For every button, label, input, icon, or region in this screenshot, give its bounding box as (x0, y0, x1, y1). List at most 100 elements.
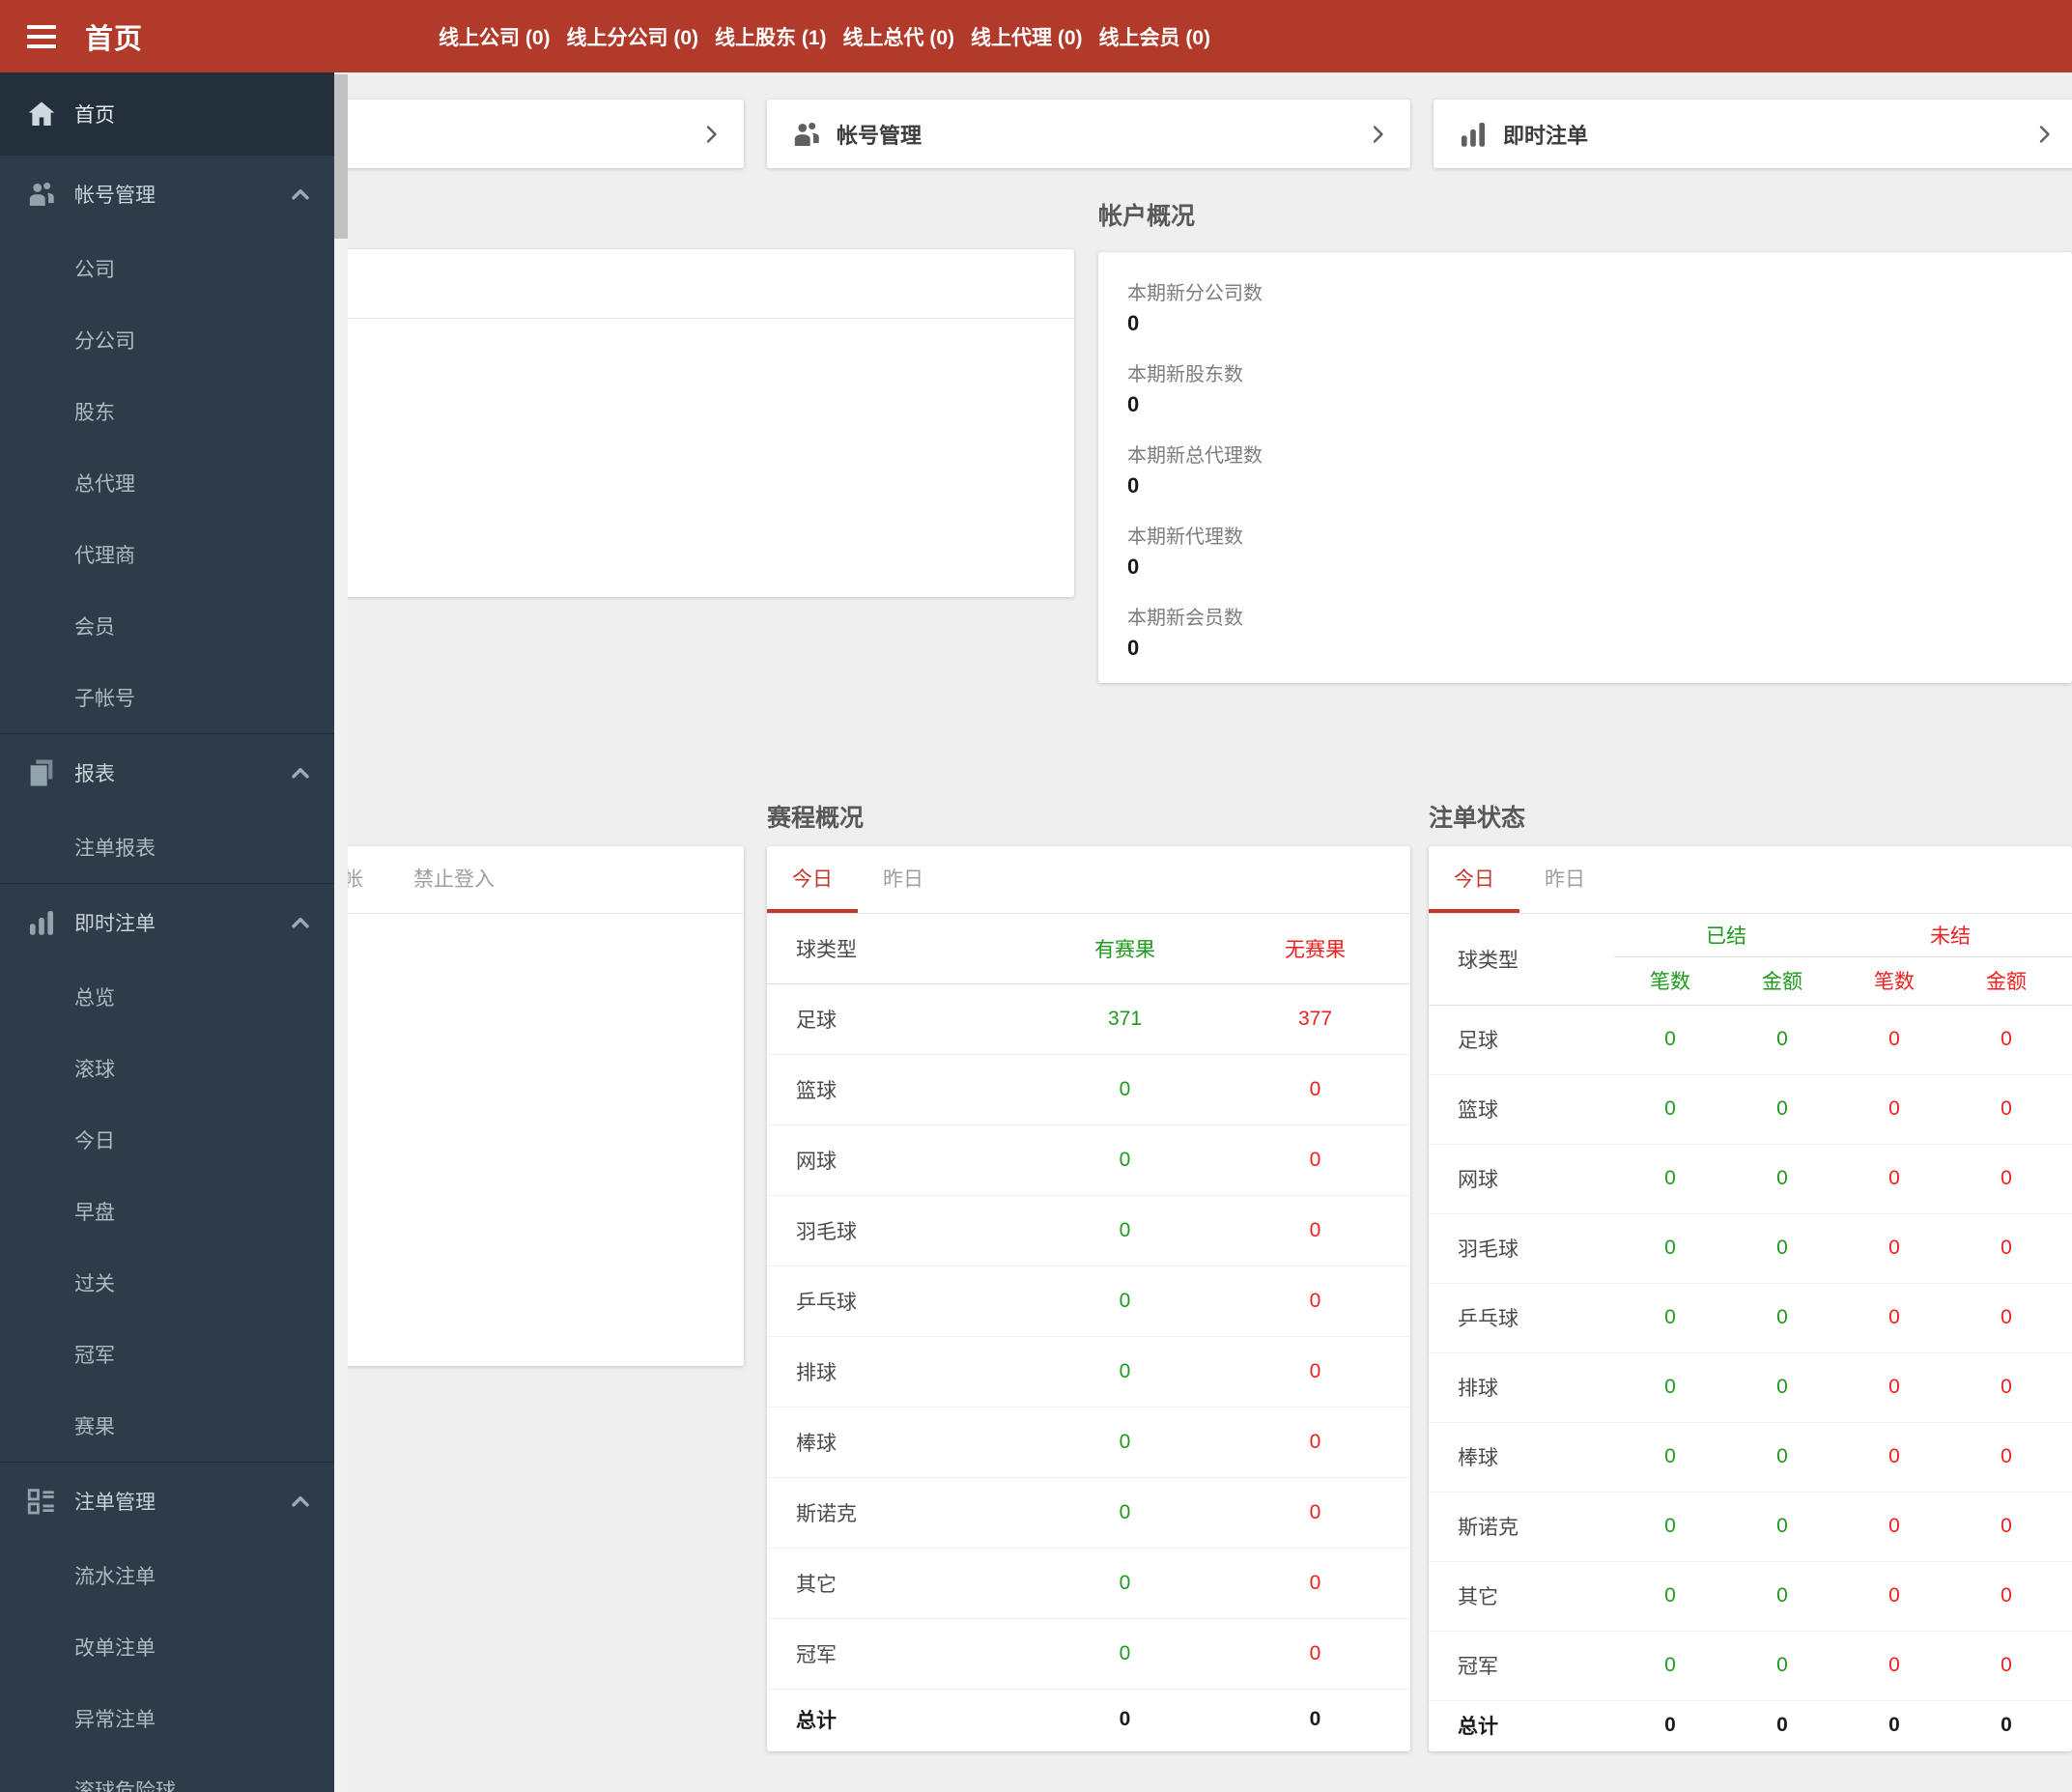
sidebar-subitem[interactable]: 分公司 (0, 304, 334, 376)
sidebar-item-label: 帐号管理 (74, 185, 156, 207)
without-result-value: 0 (1220, 1477, 1410, 1549)
sidebar-scrollbar-thumb[interactable] (334, 74, 348, 239)
header-stat: 线上公司 (0) (439, 26, 551, 49)
sidebar-subitem[interactable]: 早盘 (0, 1176, 334, 1247)
sport-label: 排球 (1429, 1352, 1614, 1423)
sidebar-subitem[interactable]: 会员 (0, 590, 334, 662)
sidebar-group-header[interactable]: 即时注单 (0, 884, 334, 961)
account-stat: 本期新股东数 0 (1098, 349, 2072, 430)
table-row: 乒乓球 0 0 0 0 (1429, 1283, 2072, 1353)
home-icon (25, 98, 58, 130)
total-with-result: 0 (1030, 1688, 1220, 1750)
sidebar-subitem[interactable]: 冠军 (0, 1319, 334, 1390)
unsettled-amount: 0 (1950, 1005, 2072, 1075)
sidebar-subitem[interactable]: 股东 (0, 376, 334, 447)
account-stat-value: 0 (1127, 555, 1140, 579)
sidebar-group-header[interactable]: 报表 (0, 734, 334, 811)
table-row: 足球 371 377 (767, 983, 1410, 1055)
tab-active[interactable]: 今日 (1429, 846, 1519, 913)
settled-amount: 0 (1726, 1492, 1838, 1562)
sport-label: 棒球 (1429, 1422, 1614, 1493)
table-row: 网球 0 0 0 0 (1429, 1144, 2072, 1214)
sidebar-subitem[interactable]: 代理商 (0, 519, 334, 590)
sidebar-subitem[interactable]: 总代理 (0, 447, 334, 519)
settled-amount: 0 (1726, 1631, 1838, 1701)
with-result-value: 0 (1030, 1407, 1220, 1478)
nav-card-live-bets[interactable]: 即时注单 (1433, 100, 2072, 168)
sidebar-item-label: 会员 (74, 616, 115, 639)
unsettled-amount: 0 (1950, 1144, 2072, 1214)
menu-icon[interactable] (27, 24, 56, 48)
account-stat: 本期新代理数 0 (1098, 511, 2072, 592)
column-header: 无赛果 (1220, 914, 1410, 984)
bet-status-heading: 注单状态 (1429, 805, 1526, 832)
sidebar-item-label: 滚球危险球 (74, 1780, 176, 1792)
sidebar-subitem[interactable]: 今日 (0, 1104, 334, 1176)
sidebar-subitem[interactable]: 滚球 (0, 1033, 334, 1104)
chevron-up-icon (288, 910, 313, 935)
sidebar-item-label: 分公司 (74, 330, 135, 353)
sidebar-item-home[interactable]: 首页 (0, 72, 334, 156)
sidebar-subitem[interactable]: 公司 (0, 233, 334, 304)
bar-chart-icon (1457, 118, 1490, 151)
unsettled-count: 0 (1838, 1074, 1950, 1145)
unsettled-count: 0 (1838, 1422, 1950, 1493)
sub-column-header: 笔数 (1614, 956, 1726, 1006)
settled-amount: 0 (1726, 1213, 1838, 1284)
app-header: 首页 线上公司 (0) 线上分公司 (0) 线上股东 (1) 线上总代 (0) 线上代理… (0, 0, 2072, 72)
sidebar-item-label: 赛果 (74, 1416, 115, 1438)
sidebar-item-label: 总览 (74, 987, 115, 1010)
with-result-value: 0 (1030, 1195, 1220, 1266)
total-settled-count: 0 (1614, 1699, 1726, 1750)
bar-chart-icon (25, 906, 58, 939)
table-row: 冠军 0 0 (767, 1618, 1410, 1690)
account-overview-stats: 本期新分公司数 0 本期新股东数 0 本期新总代理数 0 本期新代理数 0 本期新会员数 0 (1098, 268, 2072, 673)
sidebar-subitem[interactable]: 异常注单 (0, 1683, 334, 1754)
sport-label: 斯诺克 (1429, 1492, 1614, 1562)
sidebar-item-label: 即时注单 (74, 913, 156, 935)
orders-icon (25, 1485, 58, 1518)
unsettled-amount: 0 (1950, 1631, 2072, 1701)
sidebar-scrollbar[interactable] (334, 72, 348, 1792)
nav-card-title: 帐号管理 (837, 123, 922, 148)
nav-card-account[interactable]: 帐号管理 (767, 100, 1410, 168)
tab-active[interactable]: 今日 (767, 846, 858, 913)
table-row: 斯诺克 0 0 0 0 (1429, 1492, 2072, 1562)
unsettled-amount: 0 (1950, 1422, 2072, 1493)
sport-label: 网球 (1429, 1144, 1614, 1214)
tab-inactive[interactable]: 昨日 (858, 846, 949, 913)
account-stat-label: 本期新总代理数 (1127, 445, 1263, 467)
unsettled-amount: 0 (1950, 1561, 2072, 1632)
without-result-value: 0 (1220, 1054, 1410, 1125)
chevron-up-icon (288, 182, 313, 207)
sidebar-group-header[interactable]: 注单管理 (0, 1463, 334, 1540)
tab-inactive[interactable]: 昨日 (1519, 846, 1610, 913)
sidebar-subitem[interactable]: 注单报表 (0, 811, 334, 883)
sport-label: 乒乓球 (1429, 1283, 1614, 1353)
people-icon (790, 118, 823, 151)
sidebar-subitem[interactable]: 总览 (0, 961, 334, 1033)
schedule-table: 球类型 有赛果 无赛果 足球 371 377 篮球 0 0 网球 0 0 羽毛球 0 0 乒乓球 0 0 排球 0 0 棒… (767, 914, 1410, 1750)
sport-label: 篮球 (767, 1054, 1030, 1125)
sidebar-item-label: 改单注单 (74, 1637, 156, 1660)
sport-label: 乒乓球 (767, 1266, 1030, 1337)
unsettled-count: 0 (1838, 1631, 1950, 1701)
table-row: 羽毛球 0 0 0 0 (1429, 1213, 2072, 1284)
sidebar-subitem[interactable]: 子帐号 (0, 662, 334, 733)
account-stat-label: 本期新会员数 (1127, 608, 1243, 629)
with-result-value: 0 (1030, 1054, 1220, 1125)
tab-inactive[interactable]: 禁止登入 (388, 846, 520, 914)
total-label: 总计 (1429, 1699, 1614, 1750)
sidebar-item-label: 公司 (74, 259, 115, 281)
without-result-value: 0 (1220, 1407, 1410, 1478)
sidebar-subitem[interactable]: 滚球危险球 (0, 1754, 334, 1792)
account-stat-label: 本期新股东数 (1127, 364, 1243, 385)
sidebar-subitem[interactable]: 改单注单 (0, 1611, 334, 1683)
unsettled-count: 0 (1838, 1492, 1950, 1562)
sidebar-subitem[interactable]: 赛果 (0, 1390, 334, 1462)
sidebar-subitem[interactable]: 流水注单 (0, 1540, 334, 1611)
header-stat: 线上会员 (0) (1098, 26, 1211, 49)
sport-label: 网球 (767, 1124, 1030, 1196)
sidebar-group-header[interactable]: 帐号管理 (0, 156, 334, 233)
sidebar-subitem[interactable]: 过关 (0, 1247, 334, 1319)
